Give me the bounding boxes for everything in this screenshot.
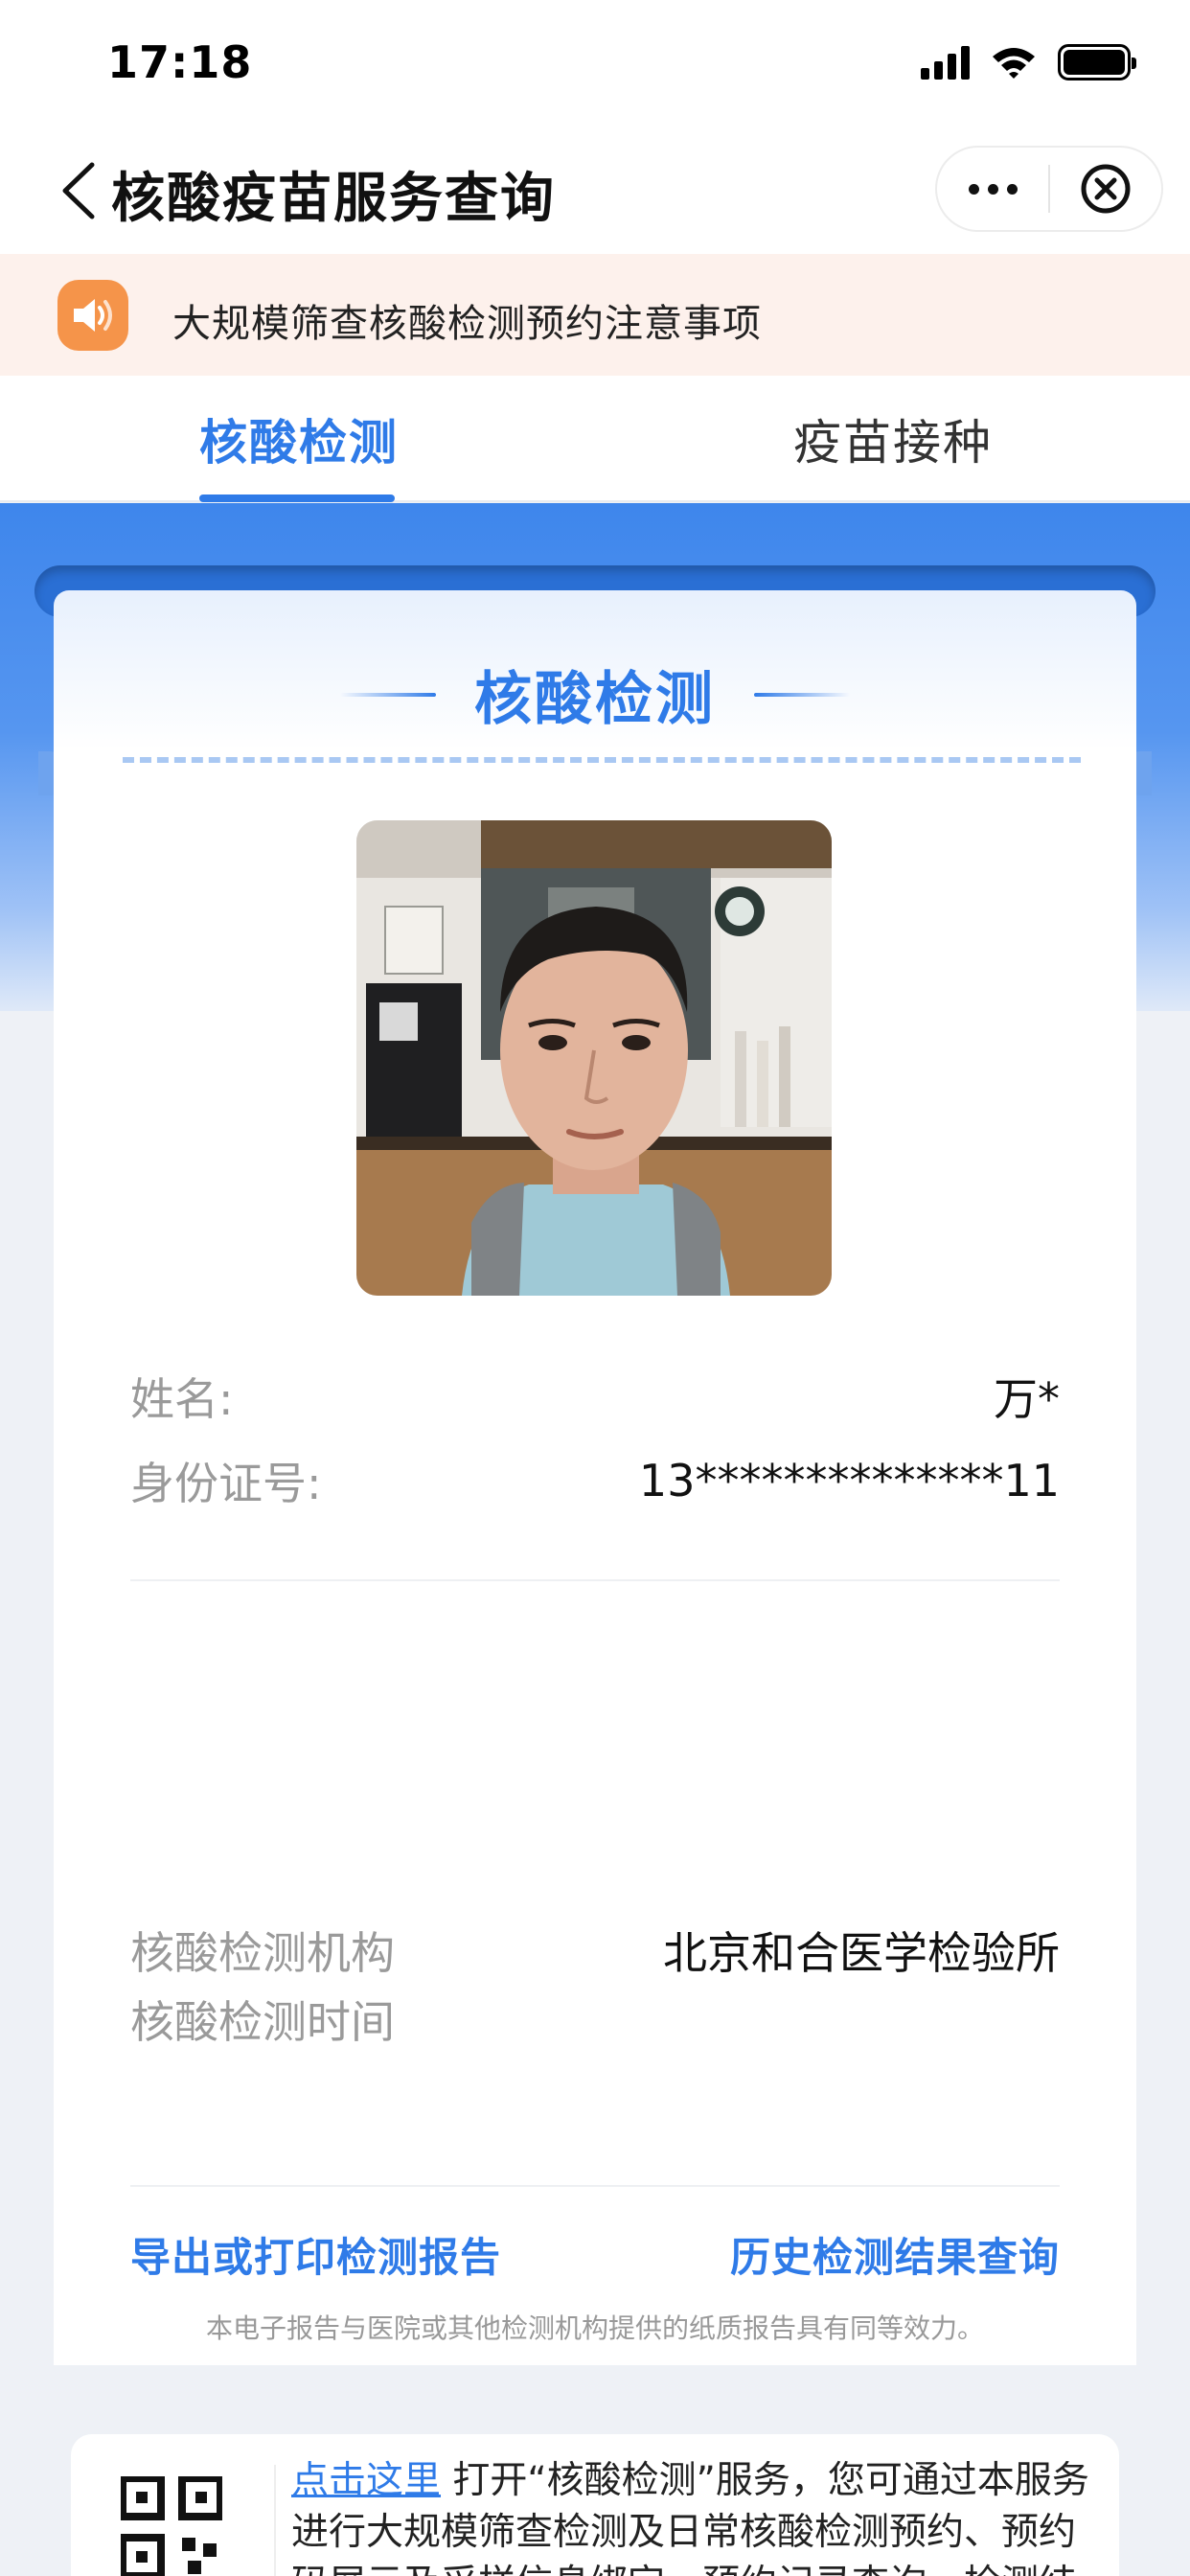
close-circle-icon (1081, 164, 1131, 214)
more-dots-icon[interactable] (937, 148, 1048, 230)
user-photo (356, 820, 832, 1296)
service-description: 点击这里 打开“核酸检测”服务，您可通过本服务进行大规模筛查检测及日常核酸检测预… (291, 2455, 1096, 2576)
signal-icon (921, 45, 970, 80)
time-label: 核酸检测时间 (130, 1996, 395, 2048)
notice-bar[interactable]: 大规模筛查核酸检测预约注意事项 (0, 254, 1190, 376)
status-time: 17:18 (107, 36, 253, 88)
name-row: 姓名: 万* (130, 1365, 1060, 1428)
disclaimer-text: 本电子报告与医院或其他检测机构提供的纸质报告具有同等效力。 (205, 2312, 984, 2344)
id-row: 身份证号: 13**************11 (130, 1449, 1060, 1512)
divider (130, 2185, 1060, 2187)
dashed-divider (123, 757, 1081, 763)
tab-vaccination[interactable]: 疫苗接种 (793, 404, 993, 473)
service-info-card: 点击这里 打开“核酸检测”服务，您可通过本服务进行大规模筛查检测及日常核酸检测预… (71, 2434, 1119, 2576)
wifi-icon (993, 48, 1035, 79)
export-report-link[interactable]: 导出或打印检测报告 (130, 2225, 501, 2284)
test-result-card: 核酸检测 姓名: 万* 身份证号: 13**************11 核酸检… (54, 590, 1136, 2365)
name-value: 万* (994, 1373, 1060, 1425)
tab-bar: 核酸检测 疫苗接种 (0, 376, 1190, 502)
tab-nucleic-test[interactable]: 核酸检测 (199, 404, 399, 473)
click-here-link[interactable]: 点击这里 (291, 2459, 441, 2502)
nav-bar: 核酸疫苗服务查询 (0, 125, 1190, 254)
card-actions: 导出或打印检测报告 历史检测结果查询 (130, 2225, 1060, 2284)
page-title: 核酸疫苗服务查询 (111, 168, 556, 230)
speaker-icon (57, 280, 128, 351)
title-decoration-right (754, 692, 850, 697)
id-label: 身份证号: (130, 1458, 322, 1509)
close-button[interactable] (1050, 148, 1161, 230)
name-label: 姓名: (130, 1373, 234, 1425)
title-decoration-left (340, 692, 436, 697)
card-header: 核酸检测 (54, 653, 1136, 736)
id-value: 13**************11 (638, 1455, 1060, 1506)
org-row: 核酸检测机构 北京和合医学检验所 (130, 1919, 1060, 1982)
status-icons (921, 44, 1136, 80)
history-results-link[interactable]: 历史检测结果查询 (730, 2225, 1060, 2284)
status-bar: 17:18 (0, 0, 1190, 125)
mini-program-capsule (935, 146, 1163, 232)
org-value: 北京和合医学检验所 (663, 1927, 1060, 1979)
bottom-card-divider (274, 2465, 276, 2576)
qr-code-icon (121, 2476, 222, 2576)
org-label: 核酸检测机构 (130, 1927, 395, 1979)
time-row: 核酸检测时间 (130, 1988, 1060, 2051)
tab-active-indicator (199, 494, 395, 502)
battery-icon (1058, 44, 1136, 80)
notice-text: 大规模筛查核酸检测预约注意事项 (172, 302, 762, 346)
back-chevron-icon[interactable] (54, 161, 105, 220)
divider (130, 1579, 1060, 1581)
card-title: 核酸检测 (474, 666, 716, 733)
